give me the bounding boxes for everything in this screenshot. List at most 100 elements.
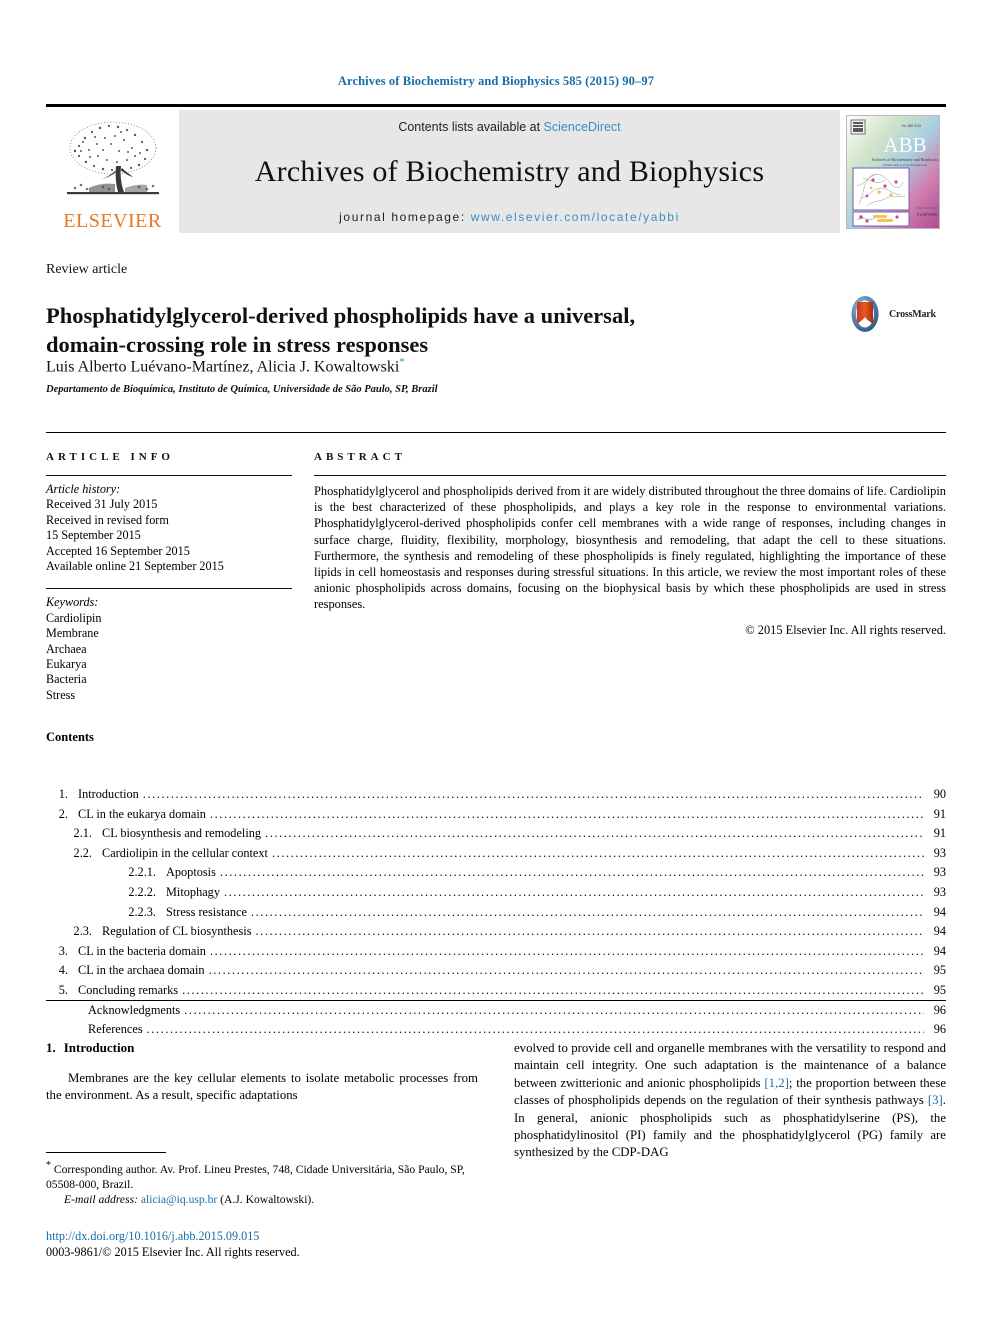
journal-cover-art: Vol. 585 2015 ABB Archives of Biochemist… bbox=[847, 115, 939, 228]
toc-entry-page: 90 bbox=[933, 787, 946, 801]
article-type-kicker: Review article bbox=[46, 262, 128, 277]
toc-entry-page: 94 bbox=[933, 904, 946, 919]
toc-leader-dots: ........................................… bbox=[184, 1002, 924, 1017]
page-title: Phosphatidylglycerol-derived phospholipi… bbox=[46, 301, 766, 359]
toc-entry[interactable]: 2.2.2. Mitophagy.........................… bbox=[46, 883, 946, 903]
email-owner: (A.J. Kowaltowski). bbox=[220, 1192, 315, 1206]
doi-link[interactable]: http://dx.doi.org/10.1016/j.abb.2015.09.… bbox=[46, 1228, 506, 1244]
abstract-rule bbox=[314, 475, 946, 476]
email-link[interactable]: alicia@iq.usp.br bbox=[141, 1193, 217, 1206]
article-history: Article history: Received 31 July 2015 R… bbox=[46, 482, 292, 574]
toc-entry[interactable]: 2. CL in the eukarya domain..............… bbox=[46, 805, 946, 825]
toc-entry[interactable]: 5. Concluding remarks....................… bbox=[46, 981, 946, 1001]
contents-heading: Contents bbox=[46, 730, 94, 744]
abstract-column: ABSTRACT Phosphatidylglycerol and phosph… bbox=[314, 433, 946, 638]
toc-entry-page: 95 bbox=[933, 963, 946, 978]
journal-cover-thumbnail: Vol. 585 2015 ABB Archives of Biochemist… bbox=[840, 110, 946, 233]
author-list: Luis Alberto Luévano-Martínez, Alicia J.… bbox=[46, 356, 405, 376]
toc-leader-dots: ........................................… bbox=[265, 826, 924, 841]
sciencedirect-link[interactable]: ScienceDirect bbox=[544, 120, 621, 134]
toc-entry[interactable]: 1. Introduction..........................… bbox=[46, 785, 946, 805]
svg-text:ABB: ABB bbox=[883, 133, 926, 157]
article-history-item: 15 September 2015 bbox=[46, 528, 141, 543]
article-history-item: Available online 21 September 2015 bbox=[46, 559, 224, 574]
corresponding-author-marker: * bbox=[399, 356, 405, 368]
toc-entry-label: References bbox=[88, 1022, 143, 1037]
section-heading-introduction: 1. Introduction bbox=[46, 1040, 478, 1056]
toc-entry-page: 96 bbox=[933, 1022, 946, 1037]
keywords-heading: Keywords: bbox=[46, 595, 99, 610]
svg-text:Archives of Biochemistry and B: Archives of Biochemistry and Biophysics bbox=[872, 157, 939, 162]
article-info-rule bbox=[46, 475, 292, 476]
keyword-item: Cardiolipin bbox=[46, 610, 102, 625]
toc-entry[interactable]: 4. CL in the archaea domain..............… bbox=[46, 961, 946, 981]
toc-entry-label: Acknowledgments bbox=[88, 1002, 181, 1017]
toc-entry-number: 2.2.1. bbox=[128, 865, 156, 880]
elsevier-tree-icon bbox=[66, 121, 159, 195]
toc-entry-label: Regulation of CL biosynthesis bbox=[102, 924, 252, 939]
body-column-left: 1. Introduction Membranes are the key cel… bbox=[46, 1040, 478, 1105]
journal-homepage-link[interactable]: www.elsevier.com/locate/yabbi bbox=[471, 210, 680, 224]
abstract-copyright: © 2015 Elsevier Inc. All rights reserved… bbox=[745, 622, 946, 637]
toc-entry-number: 2.2.3. bbox=[128, 904, 156, 919]
toc-entry-label: Mitophagy bbox=[166, 884, 220, 899]
keyword-item: Membrane bbox=[46, 626, 99, 641]
keyword-item: Stress bbox=[46, 687, 76, 702]
toc-entry[interactable]: 2.2. Cardiolipin in the cellular context.… bbox=[46, 844, 946, 864]
toc-entry[interactable]: References..............................… bbox=[46, 1020, 946, 1040]
body-paragraph-continued: evolved to provide cell and organelle me… bbox=[514, 1040, 946, 1162]
toc-entry-label: Concluding remarks bbox=[78, 982, 179, 997]
toc-entry-label: CL in the eukarya domain bbox=[78, 806, 206, 821]
keyword-item: Archaea bbox=[46, 641, 87, 656]
crossmark-badge[interactable]: CrossMark bbox=[845, 291, 950, 337]
toc-entry-label: Stress resistance bbox=[166, 904, 247, 919]
toc-entry[interactable]: 2.2.3. Stress resistance.................… bbox=[46, 903, 946, 923]
toc-entry-page: 94 bbox=[933, 924, 946, 939]
contents-lists-prefix: Contents lists available at bbox=[398, 120, 544, 134]
citation-link[interactable]: [1,2] bbox=[764, 1076, 789, 1090]
toc-entry-page: 94 bbox=[933, 943, 946, 958]
toc-entry[interactable]: 3. CL in the bacteria domain.............… bbox=[46, 942, 946, 962]
article-info-abstract-block: ARTICLE INFO Article history: Received 3… bbox=[46, 432, 946, 702]
journal-band: Contents lists available at ScienceDirec… bbox=[179, 110, 840, 233]
toc-entry-page: 93 bbox=[933, 884, 946, 899]
toc-entry-number: 2.2.2. bbox=[128, 884, 156, 899]
journal-homepage-line: journal homepage: www.elsevier.com/locat… bbox=[339, 210, 680, 224]
toc-leader-dots: ........................................… bbox=[146, 1022, 924, 1037]
toc-leader-dots: ........................................… bbox=[182, 982, 924, 997]
abstract-heading: ABSTRACT bbox=[314, 451, 406, 463]
citation-link[interactable]: [3] bbox=[928, 1093, 943, 1107]
author-names: Luis Alberto Luévano-Martínez, Alicia J.… bbox=[46, 358, 400, 376]
corresponding-author-text: Corresponding author. Av. Prof. Lineu Pr… bbox=[46, 1162, 465, 1191]
toc-entry[interactable]: Acknowledgments.........................… bbox=[46, 1001, 946, 1021]
toc-entry[interactable]: 2.2.1. Apoptosis.........................… bbox=[46, 863, 946, 883]
svg-text:ELSEVIER: ELSEVIER bbox=[917, 212, 937, 217]
toc-entry-number: 2.2. bbox=[73, 845, 92, 860]
article-title-line-2: domain-crossing role in stress responses bbox=[46, 332, 429, 358]
keywords-list: Keywords: Cardiolipin Membrane Archaea E… bbox=[46, 595, 292, 703]
toc-entry[interactable]: 2.3. Regulation of CL biosynthesis.......… bbox=[46, 922, 946, 942]
svg-text:Vol. 585 2015: Vol. 585 2015 bbox=[902, 124, 922, 128]
toc-entry-page: 91 bbox=[933, 826, 946, 841]
corresponding-author-note: * Corresponding author. Av. Prof. Lineu … bbox=[46, 1158, 478, 1192]
toc-entry[interactable]: 2.1. CL biosynthesis and remodeling......… bbox=[46, 824, 946, 844]
journal-cover-image: Vol. 585 2015 ABB Archives of Biochemist… bbox=[846, 114, 940, 229]
abstract-text: Phosphatidylglycerol and phospholipids d… bbox=[314, 484, 946, 612]
article-info-heading: ARTICLE INFO bbox=[46, 451, 174, 463]
journal-article-page: Archives of Biochemistry and Biophysics … bbox=[0, 0, 992, 1323]
toc-leader-dots: ........................................… bbox=[209, 806, 924, 821]
article-history-item: Accepted 16 September 2015 bbox=[46, 543, 190, 558]
keywords-rule bbox=[46, 588, 292, 590]
article-history-item: Received in revised form bbox=[46, 512, 169, 527]
toc-leader-dots: ........................................… bbox=[271, 845, 924, 860]
toc-entry-page: 93 bbox=[933, 865, 946, 880]
doi-copyright-block: http://dx.doi.org/10.1016/j.abb.2015.09.… bbox=[46, 1228, 506, 1260]
article-history-item: Received 31 July 2015 bbox=[46, 497, 158, 512]
issn-copyright-line: 0003-9861/© 2015 Elsevier Inc. All right… bbox=[46, 1245, 300, 1259]
journal-homepage-label: journal homepage: bbox=[339, 210, 471, 224]
toc-entry-number: 2.3. bbox=[73, 924, 92, 939]
toc-entry-label: CL biosynthesis and remodeling bbox=[102, 826, 262, 841]
article-title-line-1: Phosphatidylglycerol-derived phospholipi… bbox=[46, 303, 636, 329]
author-affiliation: Departamento de Bioquímica, Instituto de… bbox=[46, 384, 438, 395]
toc-leader-dots: ........................................… bbox=[250, 904, 924, 919]
